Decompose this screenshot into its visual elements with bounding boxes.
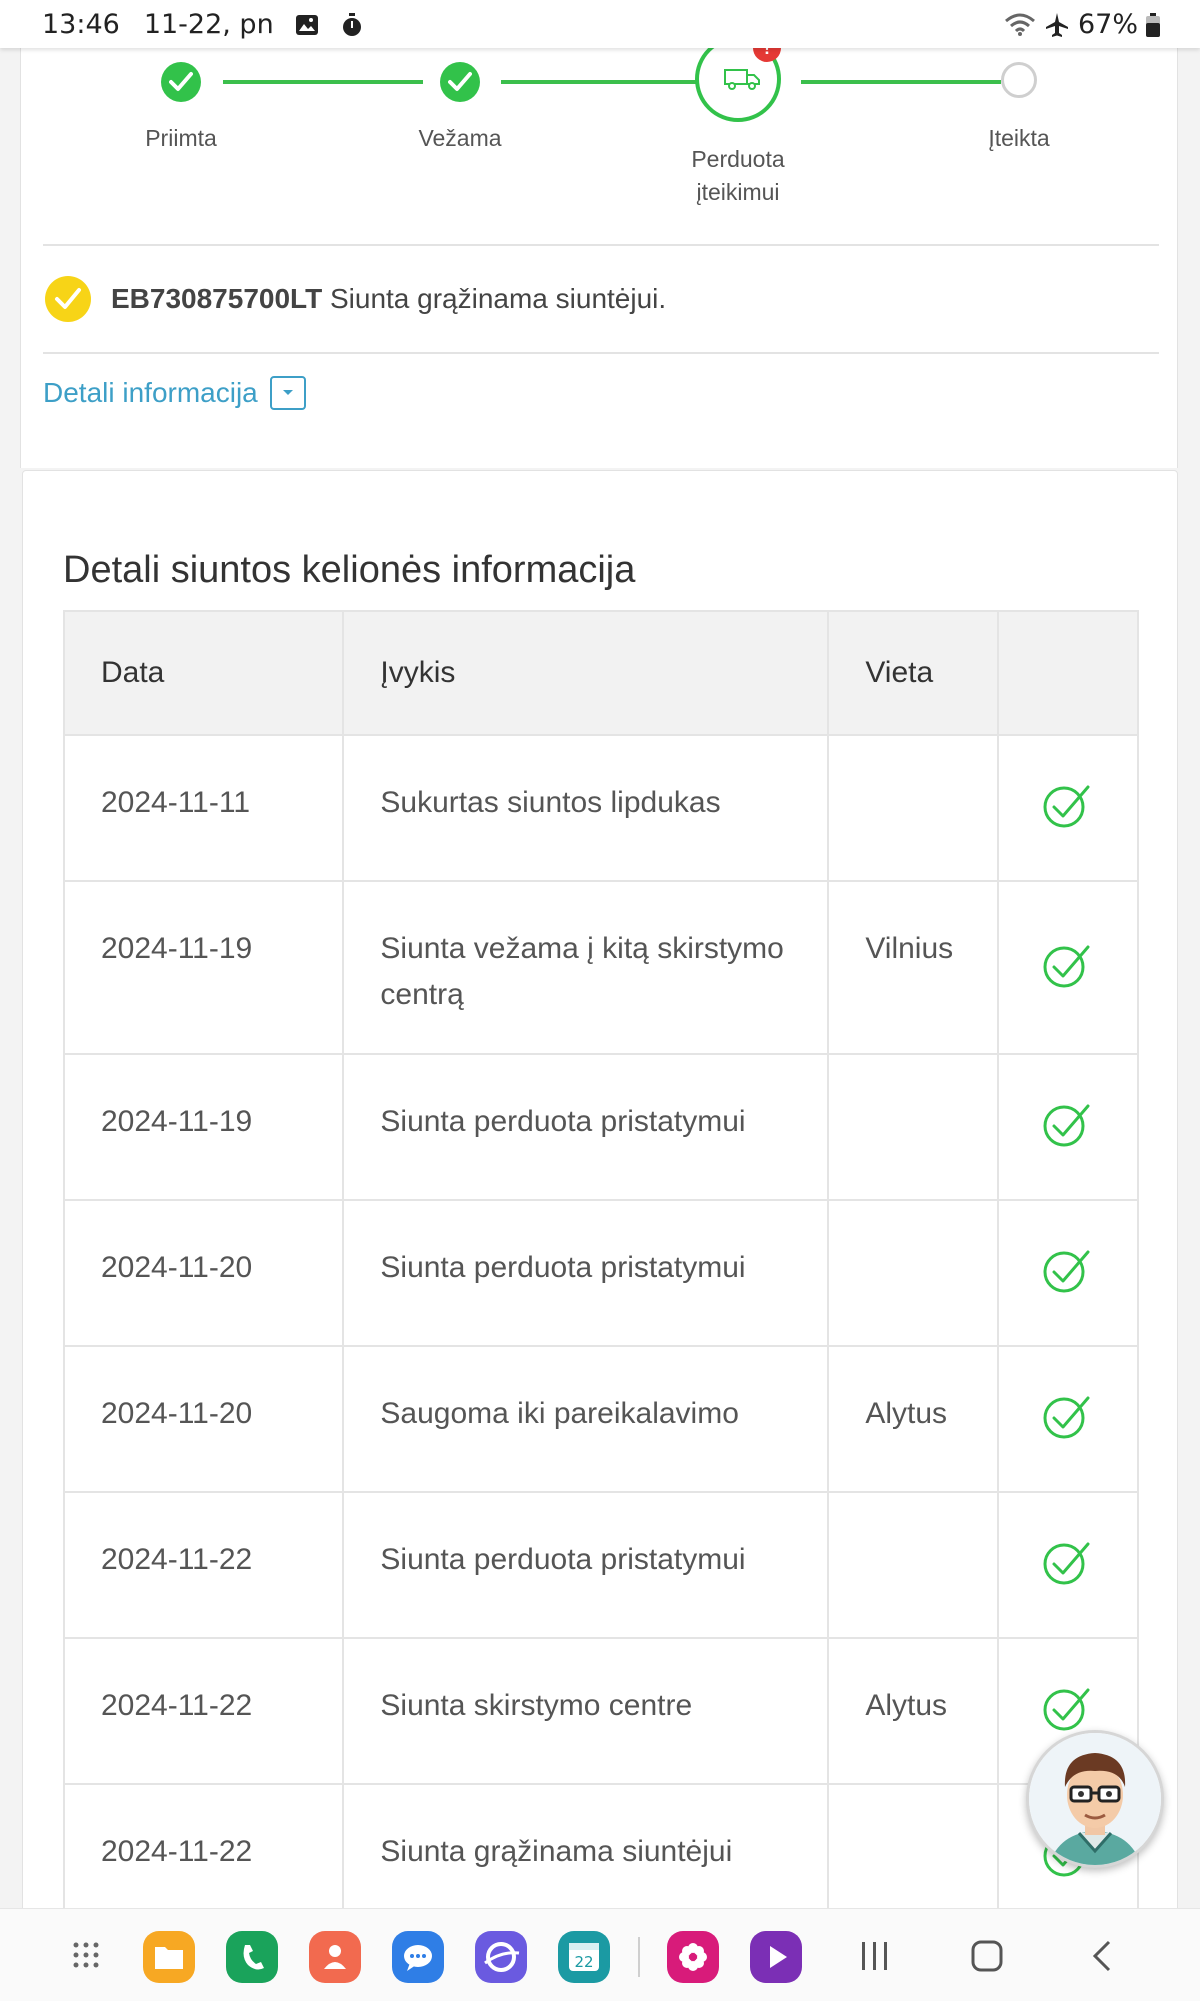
status-date: 11-22, pn: [143, 9, 274, 40]
table-row: 2024-11-20 Siunta perduota pristatymui: [62, 1199, 1139, 1347]
gallery-icon[interactable]: [667, 1931, 719, 1983]
divider: [43, 244, 1159, 246]
cell-status: [997, 734, 1139, 882]
cell-event: Siunta perduota pristatymui: [342, 1053, 830, 1201]
journey-title: Detali siuntos kelionės informacija: [63, 548, 636, 591]
step-label: Vežama: [418, 125, 502, 151]
cell-event: Saugoma iki pareikalavimo: [342, 1345, 830, 1493]
wifi-icon: [1004, 13, 1036, 37]
cell-status: [997, 1345, 1139, 1493]
progress-line: [223, 80, 423, 84]
step-delivered-icon: [1001, 62, 1037, 98]
detail-info-link[interactable]: Detali informacija: [43, 377, 258, 409]
table-row: 2024-11-11 Sukurtas siuntos lipdukas: [62, 734, 1139, 882]
cell-date: 2024-11-22: [62, 1491, 345, 1639]
check-circle-icon: [1040, 939, 1096, 1005]
cell-status: [997, 1199, 1139, 1347]
cell-date: 2024-11-19: [62, 1053, 345, 1201]
cartoon-face-icon: [1029, 1733, 1161, 1865]
calendar-icon[interactable]: 22: [558, 1931, 610, 1983]
check-circle-icon: [1040, 779, 1096, 845]
caret-down-icon: [282, 390, 293, 395]
assistant-avatar-button[interactable]: [1026, 1730, 1164, 1868]
phone-icon[interactable]: [226, 1931, 278, 1983]
column-header-status: [997, 610, 1139, 736]
table-row: 2024-11-19 Siunta vežama į kitą skirstym…: [62, 880, 1139, 1055]
cell-date: 2024-11-20: [62, 1199, 345, 1347]
tracking-card: Priimta Vežama ! Perduota įteikimui Įtei…: [20, 34, 1178, 468]
check-circle-icon: [1040, 1244, 1096, 1310]
video-player-icon[interactable]: [750, 1931, 802, 1983]
cell-date: 2024-11-19: [62, 880, 345, 1055]
step-received-icon: [161, 62, 201, 102]
cell-place: [827, 1053, 1000, 1201]
cell-place: Vilnius: [827, 880, 1000, 1055]
cell-status: [997, 880, 1139, 1055]
cell-place: [827, 734, 1000, 882]
journey-card: Detali siuntos kelionės informacija Data…: [22, 470, 1178, 1931]
progress-line: [501, 80, 701, 84]
image-icon: [294, 12, 320, 38]
events-table: Data Įvykis Vieta 2024-11-11 Sukurtas si…: [62, 610, 1139, 1931]
status-bar: 13:46 11-22, pn 67%: [0, 0, 1200, 48]
step-label: Perduota įteikimui: [691, 146, 785, 205]
column-header-date: Data: [62, 610, 345, 736]
cell-event: Siunta skirstymo centre: [342, 1637, 830, 1785]
apps-grid-icon[interactable]: [72, 1941, 100, 1974]
column-header-event: Įvykis: [342, 610, 830, 736]
android-nav-bar: 22: [0, 1908, 1200, 2001]
check-circle-icon: [1040, 1098, 1096, 1164]
recents-button[interactable]: [858, 1939, 892, 1978]
divider: [638, 1937, 640, 1977]
files-icon[interactable]: [143, 1931, 195, 1983]
cell-event: Siunta vežama į kitą skirstymo centrą: [342, 880, 830, 1055]
cell-event: Sukurtas siuntos lipdukas: [342, 734, 830, 882]
calendar-day: 22: [574, 1953, 593, 1971]
cell-date: 2024-11-20: [62, 1345, 345, 1493]
detail-info-toggle[interactable]: Detali informacija: [43, 376, 306, 410]
cell-event: Siunta perduota pristatymui: [342, 1491, 830, 1639]
battery-percent: 67%: [1077, 9, 1138, 40]
cell-status: [997, 1491, 1139, 1639]
messages-icon[interactable]: [392, 1931, 444, 1983]
cell-date: 2024-11-11: [62, 734, 345, 882]
column-header-place: Vieta: [827, 610, 1000, 736]
internet-icon[interactable]: [475, 1931, 527, 1983]
contacts-icon[interactable]: [309, 1931, 361, 1983]
events-body: 2024-11-11 Sukurtas siuntos lipdukas 202…: [62, 734, 1139, 1931]
stopwatch-icon: [340, 12, 364, 38]
truck-icon: [724, 69, 760, 90]
table-row: 2024-11-19 Siunta perduota pristatymui: [62, 1053, 1139, 1201]
progress-line: [801, 80, 1001, 84]
cell-place: [827, 1199, 1000, 1347]
divider: [43, 352, 1159, 354]
table-row: 2024-11-20 Saugoma iki pareikalavimo Aly…: [62, 1345, 1139, 1493]
step-transit-icon: [440, 62, 480, 102]
check-circle-icon: [1040, 1536, 1096, 1602]
cell-place: Alytus: [827, 1345, 1000, 1493]
cell-place: Alytus: [827, 1637, 1000, 1785]
status-message: Siunta grąžinama siuntėjui.: [329, 283, 667, 314]
table-header-row: Data Įvykis Vieta: [62, 610, 1139, 736]
cell-date: 2024-11-22: [62, 1637, 345, 1785]
dropdown-button[interactable]: [269, 376, 306, 410]
check-badge-icon: [45, 276, 91, 322]
shipment-status: EB730875700LT Siunta grąžinama siuntėjui…: [45, 276, 666, 322]
check-circle-icon: [1040, 1390, 1096, 1456]
table-row: 2024-11-22 Siunta skirstymo centre Alytu…: [62, 1637, 1139, 1785]
table-row: 2024-11-22 Siunta perduota pristatymui: [62, 1491, 1139, 1639]
step-label: Įteikta: [988, 125, 1050, 151]
shipment-id: EB730875700LT: [111, 283, 323, 314]
cell-event: Siunta perduota pristatymui: [342, 1199, 830, 1347]
back-button[interactable]: [1090, 1939, 1114, 1978]
status-time: 13:46: [42, 9, 120, 40]
airplane-icon: [1044, 12, 1070, 38]
home-button[interactable]: [970, 1939, 1004, 1978]
cell-place: [827, 1491, 1000, 1639]
cell-status: [997, 1053, 1139, 1201]
step-label: Priimta: [145, 125, 217, 151]
battery-icon: [1146, 12, 1160, 37]
